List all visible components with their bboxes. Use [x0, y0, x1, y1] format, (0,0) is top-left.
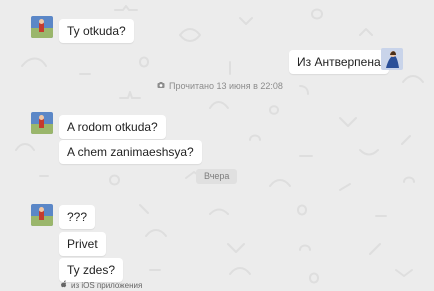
incoming-avatar[interactable] — [31, 112, 53, 134]
message-bubble: Ty otkuda? — [59, 19, 134, 43]
date-divider: Вчера — [196, 169, 238, 184]
footer-status-text: из iOS приложения — [71, 280, 143, 290]
message-bubble: A chem zanimaeshsya? — [59, 140, 202, 164]
incoming-avatar[interactable] — [31, 204, 53, 226]
outgoing-avatar[interactable] — [381, 48, 403, 70]
message-bubble: ??? — [59, 205, 96, 229]
message-bubble: Ty zdes? — [59, 258, 124, 282]
apple-icon — [60, 280, 68, 291]
incoming-avatar[interactable] — [31, 16, 53, 38]
message-bubble: A rodom otkuda? — [59, 115, 166, 139]
message-bubble: Privet — [59, 232, 106, 256]
message-bubble: Из Антверпена — [289, 50, 389, 74]
eye-icon — [157, 81, 165, 92]
footer-status: из iOS приложения — [60, 280, 142, 291]
read-status-text: Прочитано 13 июня в 22:08 — [169, 81, 283, 91]
read-status: Прочитано 13 июня в 22:08 — [157, 81, 283, 92]
